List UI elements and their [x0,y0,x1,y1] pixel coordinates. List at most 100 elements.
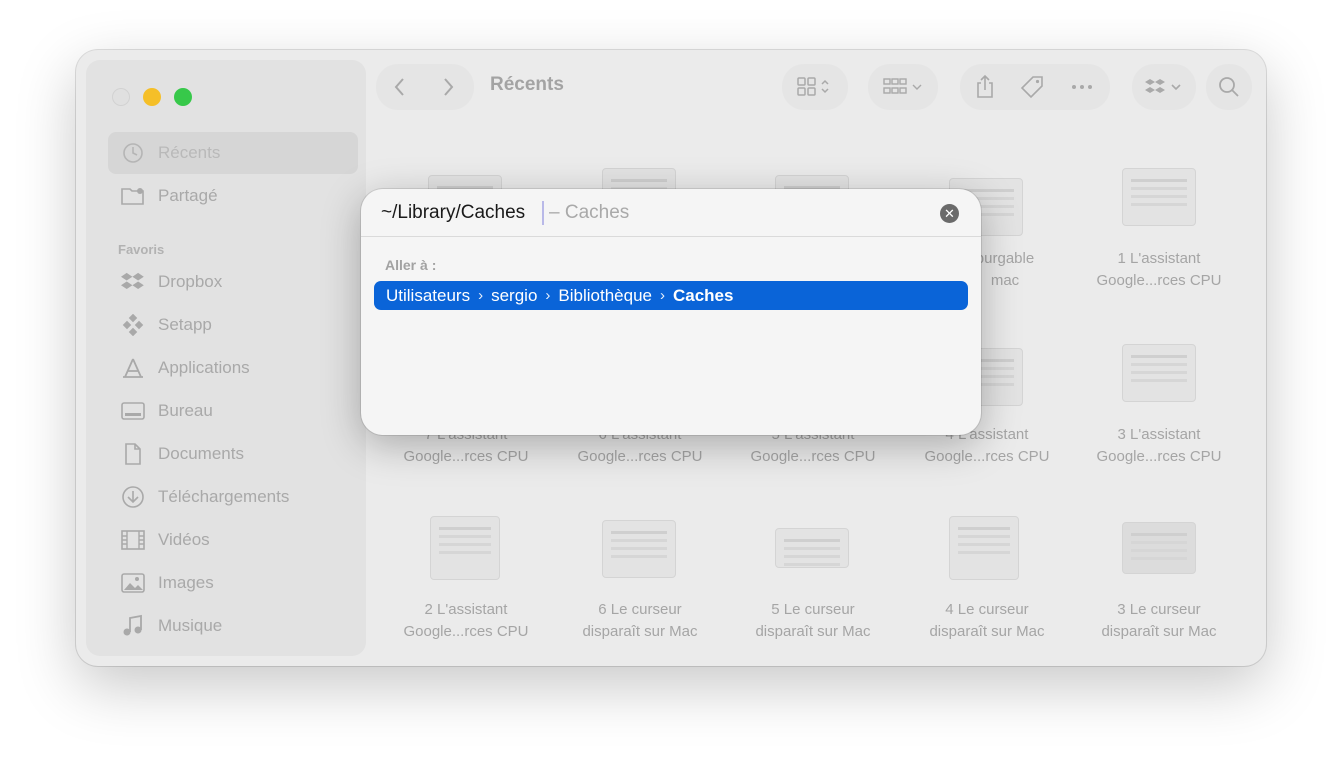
sidebar-item-label: Dropbox [158,272,223,291]
path-input-value[interactable]: ~/Library/Caches [381,202,525,224]
file-thumbnail[interactable] [775,528,849,568]
file-name-line2: Google...rces CPU [1096,272,1222,289]
sidebar-item-downloads[interactable]: Téléchargements [108,476,358,518]
file-name-line2: Google...rces CPU [1096,448,1222,465]
file-item[interactable]: 1 L'assistant Google...rces CPU [1084,248,1234,292]
file-thumbnail[interactable] [1122,522,1196,574]
video-icon [120,527,146,553]
path-part-current: Caches [672,285,734,305]
document-icon [120,441,146,467]
sidebar-item-label: Téléchargements [158,487,290,506]
file-name-line2: disparaît sur Mac [755,623,871,640]
file-name-line1: 3 Le curseur [1117,601,1201,618]
sidebar-item-videos[interactable]: Vidéos [108,519,358,561]
sidebar-item-dropbox[interactable]: Dropbox [108,261,358,303]
file-name-line1: 6 Le curseur [598,601,682,618]
file-name-line2: Google...rces CPU [403,623,529,640]
sidebar-item-images[interactable]: Images [108,562,358,604]
chevron-right-icon[interactable] [438,76,458,98]
image-icon [120,570,146,596]
file-item[interactable]: 3 L'assistant Google...rces CPU [1084,424,1234,468]
file-name-line2: disparaît sur Mac [1101,623,1217,640]
search-icon [1218,76,1240,98]
view-mode-button[interactable] [782,64,848,110]
nav-buttons [376,64,474,110]
sidebar-item-label: Documents [158,444,244,463]
shared-folder-icon [120,183,146,209]
file-name-line2: disparaît sur Mac [582,623,698,640]
file-item[interactable]: 5 Le curseur disparaît sur Mac [738,599,888,643]
zoom-button[interactable] [174,88,192,106]
setapp-icon [120,312,146,338]
window-controls [112,88,192,106]
grid-view-icon [796,76,836,98]
go-to-folder-dialog: ~/Library/Caches – Caches ✕ Aller à : Ut… [361,189,981,435]
sidebar-item-label: Musique [158,616,223,635]
file-item[interactable]: 3 Le curseur disparaît sur Mac [1084,599,1234,643]
applications-icon [120,355,146,381]
file-name-line2: Google...rces CPU [403,448,529,465]
window-title: Récents [490,74,564,95]
group-by-button[interactable] [868,64,938,110]
dropbox-menu-button[interactable] [1132,64,1196,110]
path-part: sergio [491,285,538,305]
sidebar-item-documents[interactable]: Documents [108,433,358,475]
file-thumbnail[interactable] [602,520,676,578]
sidebar-item-label: Bureau [158,401,213,420]
file-name-line2: Google...rces CPU [577,448,703,465]
favorites-heading: Favoris [118,242,165,257]
sidebar-item-applications[interactable]: Applications [108,347,358,389]
music-icon [120,613,146,639]
sidebar-item-label: Vidéos [158,530,210,549]
sidebar-item-label: Récents [158,143,221,162]
sidebar-item-label: Images [158,573,214,592]
path-part: Utilisateurs [386,285,471,305]
chevron-right-icon: › [545,287,551,304]
sidebar-item-shared[interactable]: Partagé [108,175,358,217]
file-name-line2: Google...rces CPU [750,448,876,465]
dropbox-icon [1144,77,1184,97]
desktop-icon [120,398,146,424]
file-name-line2: Google...rces CPU [924,448,1050,465]
chevron-left-icon[interactable] [390,76,410,98]
sidebar-item-desktop[interactable]: Bureau [108,390,358,432]
file-thumbnail[interactable] [1122,344,1196,402]
goto-label: Aller à : [385,257,437,273]
file-item[interactable]: 4 Le curseur disparaît sur Mac [912,599,1062,643]
actions-group [960,64,1110,110]
clear-icon[interactable]: ✕ [940,204,959,223]
file-name-line1: 5 Le curseur [771,601,855,618]
dropbox-icon [120,269,146,295]
file-name-line1: 1 L'assistant [1117,250,1201,267]
close-button[interactable] [112,88,130,106]
file-thumbnail[interactable] [1122,168,1196,226]
chevron-right-icon: › [478,287,484,304]
path-suggestion-selected[interactable]: Utilisateurs › sergio › Bibliothèque › C… [374,281,968,310]
file-name-line1: 3 L'assistant [1117,426,1201,443]
file-thumbnail[interactable] [430,516,500,580]
path-input[interactable]: ~/Library/Caches – Caches ✕ [361,189,981,237]
sidebar-item-label: Setapp [158,315,212,334]
file-name-line1: 2 L'assistant [424,601,508,618]
minimize-button[interactable] [143,88,161,106]
more-icon[interactable] [1070,76,1094,98]
sidebar-item-music[interactable]: Musique [108,605,358,647]
file-thumbnail[interactable] [949,516,1019,580]
download-icon [120,484,146,510]
completion-hint: – Caches [549,202,630,223]
group-icon [882,76,926,98]
clock-icon [120,140,146,166]
sidebar: Récents Partagé Favoris Dropbox Setapp A… [86,60,366,656]
file-item[interactable]: 2 L'assistant Google...rces CPU [391,599,541,643]
sidebar-item-label: Applications [158,358,250,377]
path-part: Bibliothèque [558,285,652,305]
search-button[interactable] [1206,64,1252,110]
file-item[interactable]: 6 Le curseur disparaît sur Mac [565,599,715,643]
chevron-right-icon: › [659,287,665,304]
sidebar-item-recents[interactable]: Récents [108,132,358,174]
sidebar-item-setapp[interactable]: Setapp [108,304,358,346]
text-caret [542,201,544,225]
file-name-line2: disparaît sur Mac [929,623,1045,640]
tag-icon[interactable] [1020,75,1046,99]
share-icon[interactable] [974,74,996,100]
